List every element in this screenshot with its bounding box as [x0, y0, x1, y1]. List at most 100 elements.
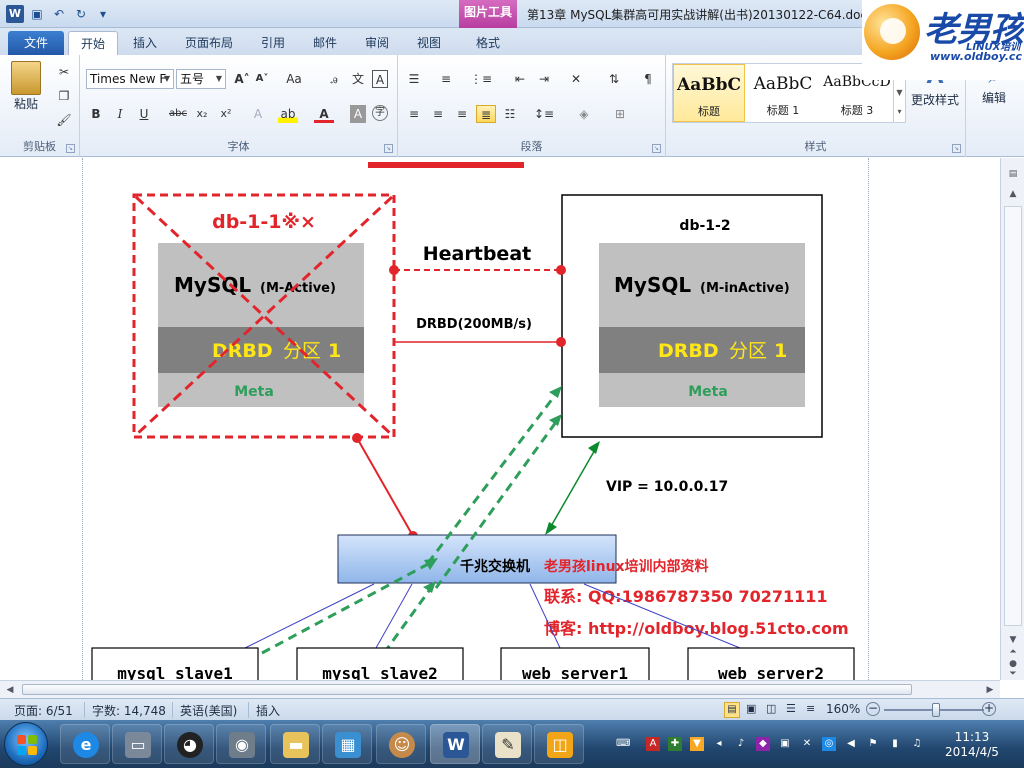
security-icon[interactable]: ✚ — [668, 737, 682, 751]
taskbar-notepad[interactable]: ✎ — [482, 724, 532, 764]
tab-page-layout[interactable]: 页面布局 — [176, 31, 242, 55]
next-page-icon[interactable]: ⏷ — [1005, 666, 1021, 682]
clock[interactable]: 11:13 2014/4/5 — [932, 730, 1012, 760]
cut-icon[interactable]: ✂ — [54, 63, 74, 81]
paragraph-launcher-icon[interactable]: ↘ — [652, 144, 661, 153]
numbering-icon[interactable]: ≡ — [436, 70, 456, 88]
taskbar-remote[interactable]: ▭ — [112, 724, 162, 764]
font-launcher-icon[interactable]: ↘ — [384, 144, 393, 153]
tab-review[interactable]: 审阅 — [356, 31, 398, 55]
increase-indent-icon[interactable]: ⇥ — [534, 70, 554, 88]
taskbar-explorer[interactable]: ▬ — [270, 724, 320, 764]
architecture-diagram[interactable]: db-1-1※× MySQL (M-Active) DRBD 分区 1 Meta… — [0, 158, 1000, 680]
copy-icon[interactable]: ❐ — [54, 87, 74, 105]
db-1-1-node[interactable]: db-1-1※× MySQL (M-Active) DRBD 分区 1 Meta — [132, 193, 396, 439]
taskbar-contacts[interactable]: ☺ — [376, 724, 426, 764]
word-count[interactable]: 字数: 14,748 — [92, 702, 166, 719]
zoom-out-icon[interactable]: − — [866, 702, 880, 716]
taskbar-photos[interactable]: ▦ — [322, 724, 372, 764]
web-layout-icon[interactable]: ◫ — [766, 702, 776, 715]
undo-icon[interactable]: ↶ — [50, 5, 68, 23]
style-title[interactable]: AaBbC 标题 — [673, 64, 745, 122]
italic-icon[interactable]: I — [110, 105, 130, 123]
tab-mailings[interactable]: 邮件 — [304, 31, 346, 55]
bold-icon[interactable]: B — [86, 105, 106, 123]
chinese-layout-icon[interactable]: ✕ — [566, 70, 586, 88]
char-shading-icon[interactable]: A — [350, 105, 366, 123]
ruler-toggle-icon[interactable]: ▤ — [1005, 166, 1021, 182]
tab-home[interactable]: 开始 — [68, 31, 118, 55]
superscript-icon[interactable]: x² — [216, 105, 236, 123]
taskbar-qq[interactable]: ◕ — [164, 724, 214, 764]
tools-icon[interactable]: ✕ — [800, 737, 814, 751]
clear-format-icon[interactable]: ꭿ — [324, 70, 344, 88]
language[interactable]: 英语(美国) — [180, 702, 237, 719]
document-area[interactable]: db-1-1※× MySQL (M-Active) DRBD 分区 1 Meta… — [0, 158, 1000, 680]
decrease-indent-icon[interactable]: ⇤ — [510, 70, 530, 88]
show-marks-icon[interactable]: ¶ — [638, 70, 658, 88]
font-name-combo[interactable]: Times New F ▼ — [86, 69, 174, 89]
char-border-icon[interactable]: A — [372, 70, 388, 88]
align-left-icon[interactable]: ≡ — [404, 105, 424, 123]
word-app-icon[interactable]: W — [6, 5, 24, 23]
scroll-left-icon[interactable]: ◀ — [2, 682, 18, 698]
tab-references[interactable]: 引用 — [252, 31, 294, 55]
customize-toolbar-icon[interactable]: ▾ — [94, 5, 112, 23]
usb-icon[interactable]: ◂ — [712, 737, 726, 751]
taskbar-ie[interactable]: e — [60, 724, 110, 764]
tab-format[interactable]: 格式 — [464, 31, 512, 55]
taskbar-app[interactable]: ◫ — [534, 724, 584, 764]
shield-icon[interactable]: ▼ — [690, 737, 704, 751]
tab-view[interactable]: 视图 — [408, 31, 450, 55]
strikethrough-icon[interactable]: abc — [168, 105, 188, 123]
sound-icon[interactable]: ♫ — [910, 737, 924, 751]
shading-icon[interactable]: ◈ — [574, 105, 594, 123]
tab-file[interactable]: 文件 — [8, 31, 64, 55]
enclosed-char-icon[interactable]: 字 — [372, 105, 388, 121]
subscript-icon[interactable]: x₂ — [192, 105, 212, 123]
highlight-icon[interactable]: ab — [278, 105, 298, 123]
db-1-2-node[interactable]: db-1-2 MySQL (M-inActive) DRBD 分区 1 Meta — [561, 194, 823, 438]
outline-icon[interactable]: ☰ — [786, 702, 796, 715]
insert-mode[interactable]: 插入 — [256, 702, 280, 719]
scroll-up-icon[interactable]: ▲ — [1005, 186, 1021, 202]
app-tray-icon[interactable]: ◆ — [756, 737, 770, 751]
bullets-icon[interactable]: ☰ — [404, 70, 424, 88]
line-spacing-icon[interactable]: ↕≡ — [534, 105, 554, 123]
draft-icon[interactable]: ≡ — [806, 702, 815, 715]
start-button[interactable] — [4, 722, 48, 766]
align-center-icon[interactable]: ≡ — [428, 105, 448, 123]
print-layout-icon[interactable]: ▤ — [724, 702, 740, 718]
text-effects-icon[interactable]: A — [248, 105, 268, 123]
scroll-track[interactable] — [1004, 206, 1022, 626]
clipboard-launcher-icon[interactable]: ↘ — [66, 144, 75, 153]
font-size-combo[interactable]: 五号 ▼ — [176, 69, 226, 89]
zoom-level[interactable]: 160% — [826, 702, 860, 716]
horizontal-scroll-thumb[interactable] — [22, 684, 912, 695]
network-app-icon[interactable]: ◎ — [822, 737, 836, 751]
zoom-in-icon[interactable]: + — [982, 702, 996, 716]
grow-font-icon[interactable]: A˄ — [232, 70, 252, 88]
adobe-icon[interactable]: A — [646, 737, 660, 751]
underline-icon[interactable]: U — [134, 105, 154, 123]
align-right-icon[interactable]: ≡ — [452, 105, 472, 123]
keyboard-icon[interactable]: ⌨ — [616, 737, 630, 751]
change-case-icon[interactable]: Aa — [284, 70, 304, 88]
justify-icon[interactable]: ≣ — [476, 105, 496, 123]
scroll-right-icon[interactable]: ▶ — [982, 682, 998, 698]
styles-launcher-icon[interactable]: ↘ — [952, 144, 961, 153]
format-painter-icon[interactable]: 🖌 — [54, 111, 74, 129]
horizontal-scrollbar[interactable]: ◀ ▶ — [0, 680, 1000, 698]
display-icon[interactable]: ▣ — [778, 737, 792, 751]
paste-button[interactable]: 粘贴 — [6, 59, 46, 125]
sort-icon[interactable]: ⇅ — [604, 70, 624, 88]
vertical-scrollbar[interactable]: ▤ ▲ ▼ ⏶ ● ⏷ — [1000, 158, 1024, 680]
phonetic-guide-icon[interactable]: 文 — [348, 70, 368, 88]
zoom-slider-thumb[interactable] — [932, 703, 940, 717]
font-color-icon[interactable]: A — [314, 105, 334, 123]
full-screen-icon[interactable]: ▣ — [746, 702, 756, 715]
taskbar-camera[interactable]: ◉ — [216, 724, 266, 764]
shrink-font-icon[interactable]: A˅ — [252, 70, 272, 88]
save-icon[interactable]: ▣ — [28, 5, 46, 23]
redo-icon[interactable]: ↻ — [72, 5, 90, 23]
